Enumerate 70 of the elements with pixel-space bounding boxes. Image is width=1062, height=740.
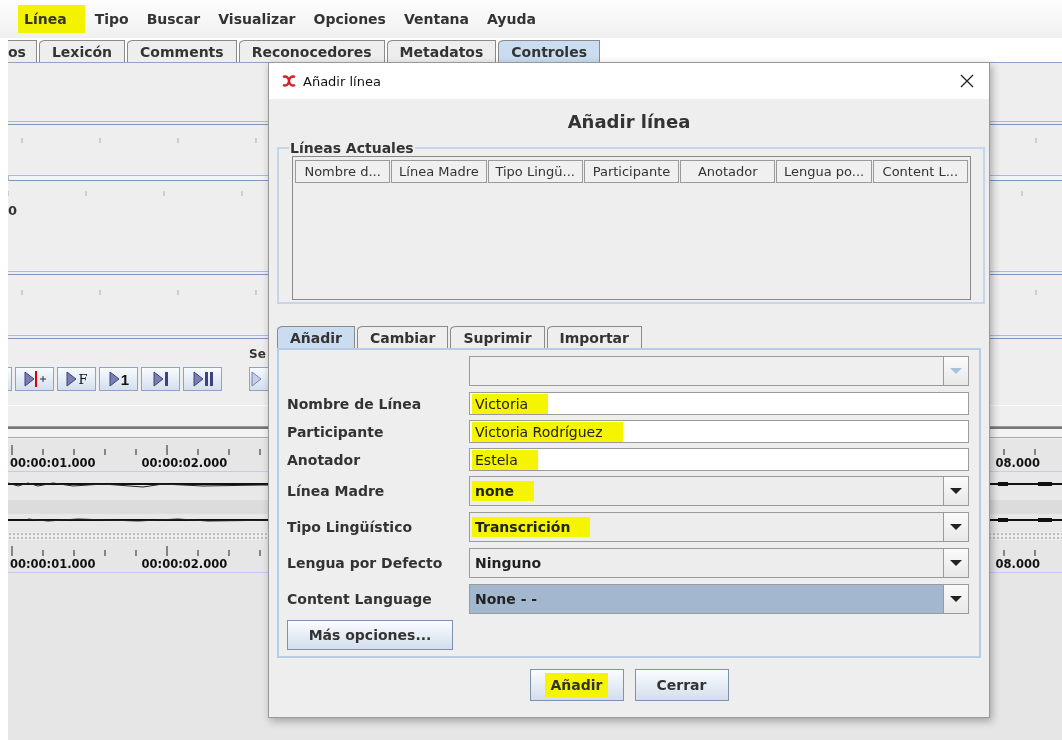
time-label: 08.000 bbox=[995, 557, 1040, 571]
field-label: Anotador bbox=[287, 451, 362, 468]
dropdown[interactable]: Transcrición bbox=[469, 512, 969, 542]
dropdown-arrow-icon bbox=[950, 523, 962, 531]
time-label: 00:00:01.000 bbox=[10, 557, 96, 571]
tab[interactable]: Suprimir bbox=[450, 326, 545, 348]
dropdown-arrow-icon bbox=[950, 559, 962, 567]
selection-label: Se bbox=[249, 347, 267, 361]
player-button[interactable] bbox=[183, 367, 222, 391]
dropdown[interactable]: Ninguno bbox=[469, 548, 969, 578]
play-icon bbox=[107, 370, 120, 388]
tab[interactable]: Añadir bbox=[277, 326, 355, 348]
column-header[interactable]: Content L... bbox=[872, 160, 968, 183]
play-mark-icon bbox=[21, 370, 48, 388]
close-icon[interactable] bbox=[959, 73, 975, 89]
player-button[interactable] bbox=[141, 367, 180, 391]
column-header[interactable]: Participante bbox=[583, 160, 680, 183]
text-field[interactable]: Victoria Rodríguez bbox=[469, 420, 969, 443]
dropdown[interactable]: none bbox=[469, 476, 969, 506]
time-label: 00:00:02.000 bbox=[141, 557, 228, 571]
menu-item[interactable]: Visualizar bbox=[212, 5, 304, 33]
menu-item[interactable]: Ayuda bbox=[481, 5, 544, 33]
player-button[interactable] bbox=[15, 367, 54, 391]
dropdown-arrow-icon bbox=[950, 487, 962, 495]
tab[interactable]: Controles bbox=[498, 40, 600, 62]
text-field[interactable]: Victoria bbox=[469, 392, 969, 415]
field-label: Lengua por Defecto bbox=[287, 555, 444, 571]
tab[interactable]: Importar bbox=[546, 326, 642, 348]
player-button[interactable]: F bbox=[57, 367, 96, 391]
dialog-heading: Añadir línea bbox=[566, 111, 692, 132]
menu-item[interactable]: Tipo bbox=[88, 5, 137, 33]
menu-item[interactable]: Línea bbox=[18, 5, 85, 33]
dialog-button[interactable]: Añadir bbox=[529, 669, 624, 701]
tab[interactable]: Lexicón bbox=[38, 40, 126, 62]
group-title: Líneas Actuales bbox=[289, 140, 415, 156]
time-label: 00:00:02.000 bbox=[141, 456, 228, 470]
dropdown-arrow-icon bbox=[950, 367, 962, 375]
column-header[interactable]: Nombre d... bbox=[295, 160, 391, 183]
dialog-button[interactable]: Cerrar bbox=[634, 669, 729, 701]
track-label: 0 bbox=[8, 203, 18, 218]
player-button[interactable]: 1 bbox=[99, 367, 138, 391]
menu-item[interactable]: Opciones bbox=[307, 5, 394, 33]
time-label: 00:00:01.000 bbox=[10, 456, 96, 470]
tab[interactable]: Cambiar bbox=[357, 326, 449, 348]
tab[interactable]: Comments bbox=[127, 40, 237, 62]
dropdown-arrow-icon bbox=[950, 595, 962, 603]
play-pause-icon bbox=[190, 370, 215, 388]
play-icon bbox=[65, 370, 78, 388]
skip-end-icon bbox=[150, 370, 171, 388]
menu-item[interactable]: Buscar bbox=[140, 5, 209, 33]
field-label: Participante bbox=[287, 423, 385, 440]
tab[interactable]: Metadatos bbox=[386, 40, 497, 62]
text-field[interactable]: Estela bbox=[469, 448, 969, 471]
tab[interactable]: os bbox=[8, 40, 37, 62]
column-header[interactable]: Anotador bbox=[680, 160, 776, 183]
dropdown[interactable]: None - - bbox=[469, 584, 969, 614]
column-header[interactable]: Lengua po... bbox=[776, 160, 872, 183]
more-options-button[interactable]: Más opciones... bbox=[287, 620, 453, 650]
field-label: Content Language bbox=[287, 591, 433, 607]
field-label: Nombre de Línea bbox=[287, 395, 423, 412]
play-icon bbox=[250, 370, 262, 388]
tab[interactable]: Reconocedores bbox=[238, 40, 385, 62]
window-title: Añadir línea bbox=[303, 73, 381, 89]
column-header[interactable]: Tipo Lingü... bbox=[487, 160, 583, 183]
field-label: Tipo Lingüístico bbox=[287, 519, 414, 535]
app-logo-icon bbox=[281, 74, 297, 88]
column-header[interactable]: Línea Madre bbox=[391, 160, 487, 183]
field-label: Línea Madre bbox=[287, 483, 386, 499]
time-label: 08.000 bbox=[995, 456, 1040, 470]
menu-item[interactable]: Ventana bbox=[397, 5, 478, 33]
